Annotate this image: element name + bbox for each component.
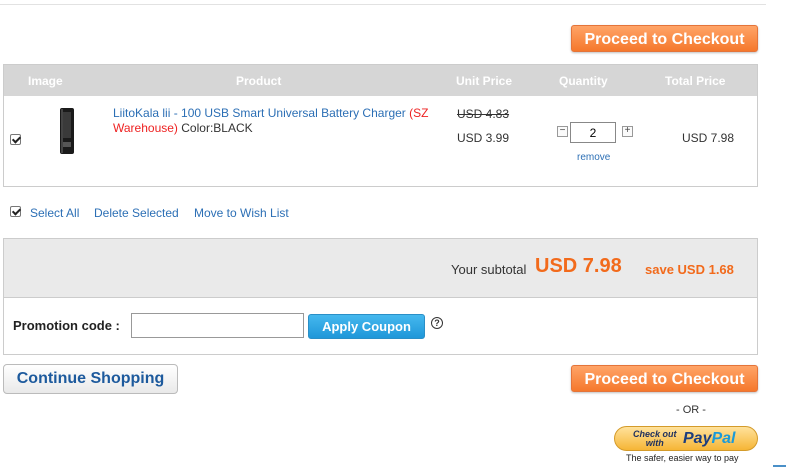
promotion-code-label: Promotion code : [13, 318, 120, 333]
corner-mark [773, 465, 786, 467]
paypal-with-label: with [645, 438, 664, 448]
help-icon[interactable]: ? [431, 317, 443, 329]
top-divider [0, 4, 766, 5]
item-checkbox[interactable] [10, 134, 21, 145]
paypal-logo-pal: Pal [711, 430, 736, 447]
continue-shopping-button[interactable]: Continue Shopping [3, 364, 178, 394]
subtotal-label: Your subtotal [451, 262, 527, 277]
quantity-decrease-button[interactable]: − [557, 126, 568, 137]
header-product: Product [236, 74, 282, 88]
product-thumbnail[interactable] [53, 105, 81, 157]
coupon-code-input[interactable] [131, 313, 304, 338]
save-amount: save USD 1.68 [645, 262, 734, 277]
paypal-checkout-button[interactable]: Check out with PayPal [614, 426, 758, 451]
delete-selected-link[interactable]: Delete Selected [94, 206, 179, 220]
old-unit-price: USD 4.83 [457, 107, 510, 121]
total-price: USD 7.98 [682, 131, 735, 145]
apply-coupon-button[interactable]: Apply Coupon [308, 314, 425, 339]
color-label: Color: [181, 121, 214, 135]
or-separator: - OR - [676, 404, 706, 416]
proceed-to-checkout-button-top[interactable]: Proceed to Checkout [571, 25, 758, 52]
paypal-tagline: The safer, easier way to pay [626, 453, 739, 463]
header-quantity: Quantity [559, 74, 608, 88]
quantity-input[interactable] [570, 122, 616, 143]
remove-link[interactable]: remove [577, 152, 610, 163]
product-description: LiitoKala lii - 100 USB Smart Universal … [113, 106, 443, 136]
quantity-increase-button[interactable]: + [622, 126, 633, 137]
battery-charger-image [60, 108, 74, 154]
paypal-logo-pay: Pay [683, 430, 712, 447]
paypal-checkout-text: Check out with [633, 430, 677, 448]
header-unit-price: Unit Price [456, 74, 513, 88]
select-all-checkbox[interactable] [10, 206, 21, 217]
cart-table-header: Image Product Unit Price Quantity Total … [4, 65, 757, 96]
proceed-to-checkout-button-bottom[interactable]: Proceed to Checkout [571, 365, 758, 392]
color-value: BLACK [213, 121, 253, 135]
subtotal-value: USD 7.98 [535, 255, 622, 277]
move-to-wishlist-link[interactable]: Move to Wish List [194, 206, 289, 220]
select-all-link[interactable]: Select All [30, 206, 79, 220]
paypal-logo: PayPal [683, 430, 735, 448]
header-total-price: Total Price [665, 74, 726, 88]
header-image: Image [28, 74, 63, 88]
unit-price: USD 3.99 [457, 131, 510, 145]
product-name-link[interactable]: LiitoKala lii - 100 USB Smart Universal … [113, 106, 406, 120]
